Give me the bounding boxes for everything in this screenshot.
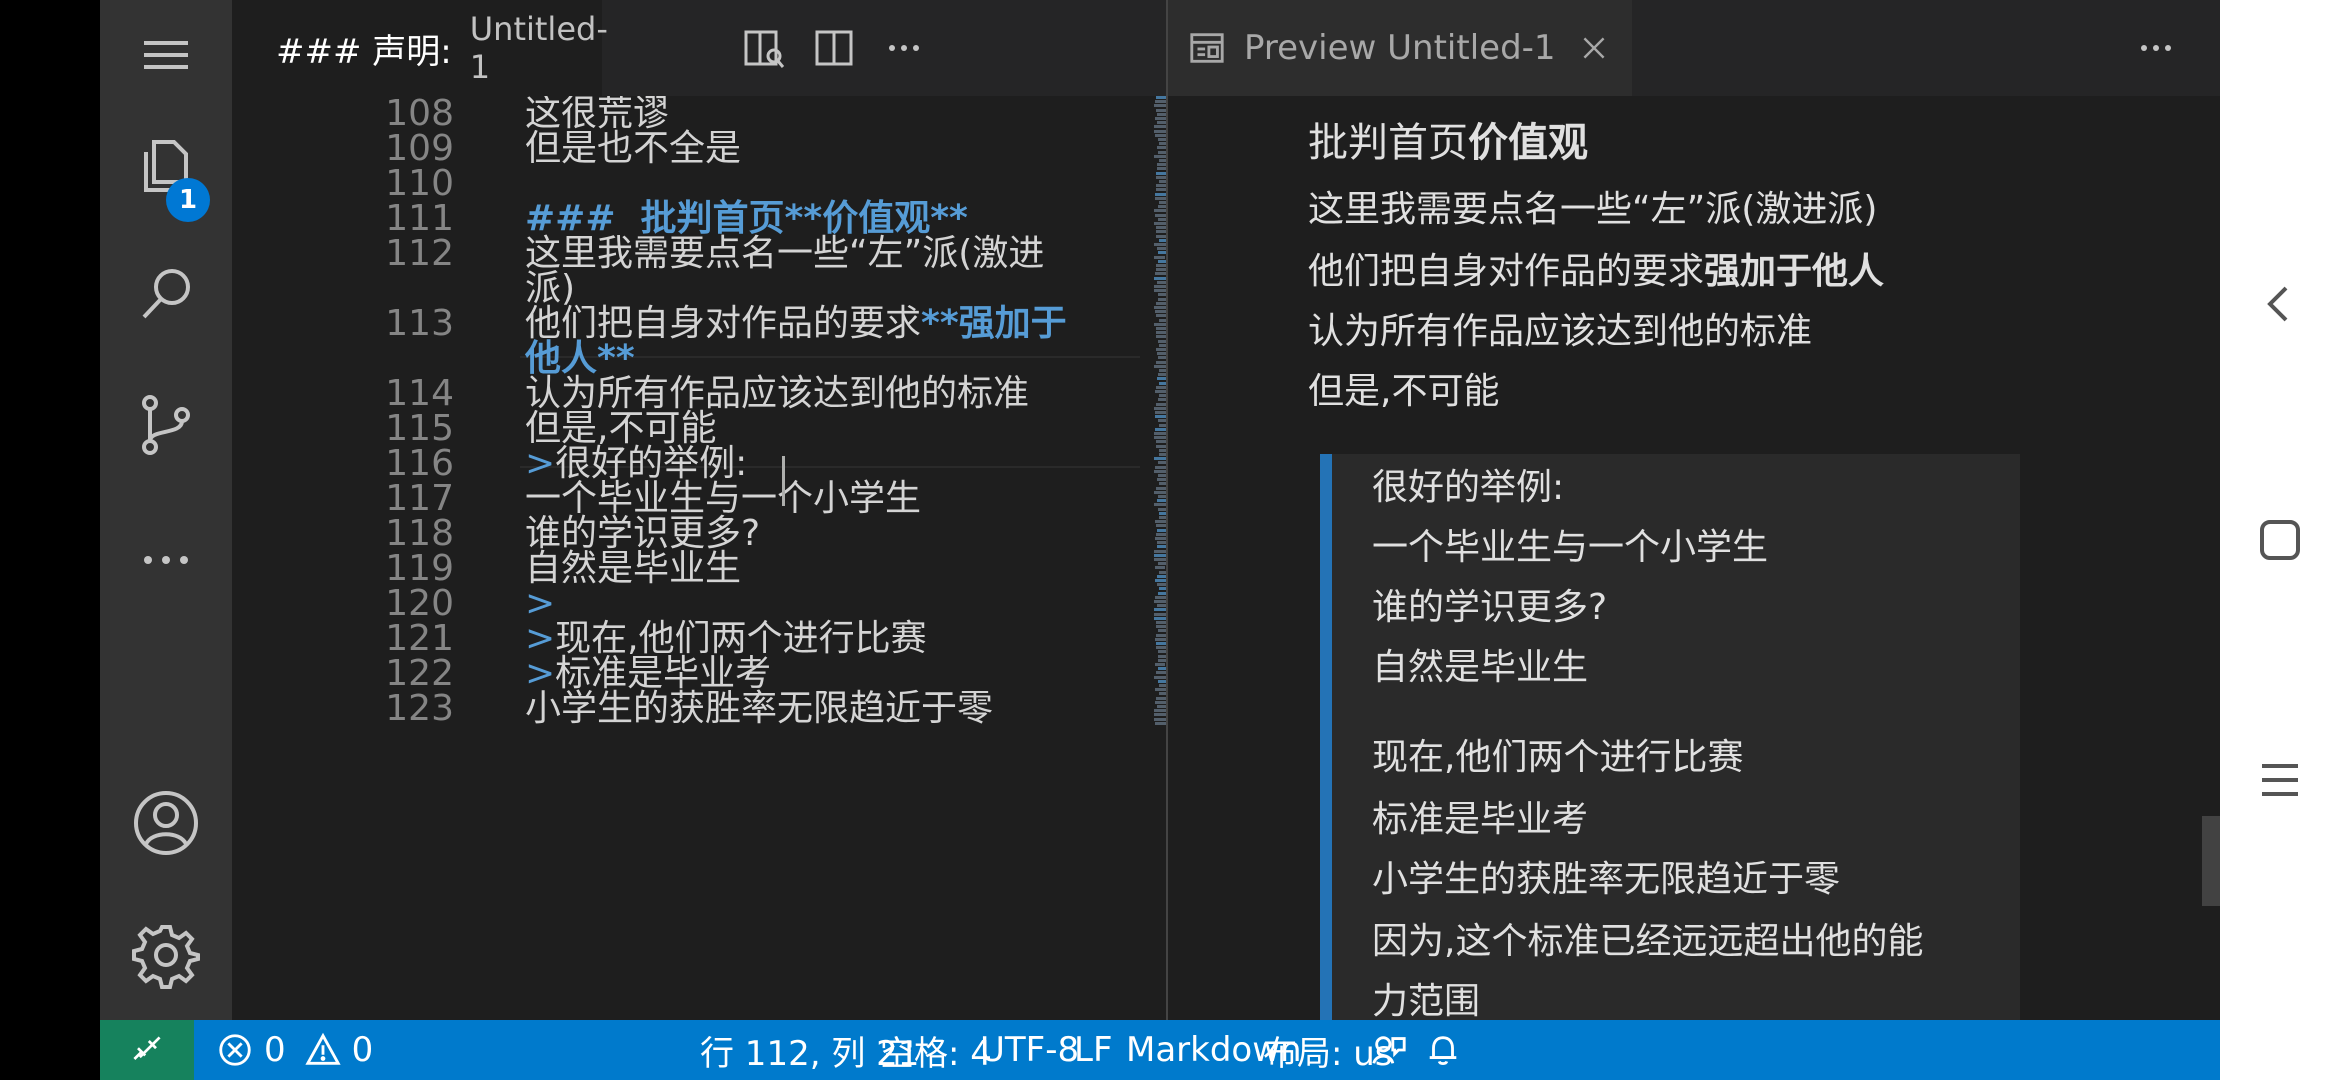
menu-icon[interactable] — [100, 0, 232, 110]
split-editor-button[interactable] — [806, 20, 862, 76]
recents-lines-icon — [2262, 764, 2298, 796]
split-editor-icon — [815, 30, 853, 66]
feedback-icon — [1372, 1036, 1406, 1064]
tab-description: Untitled-1 — [469, 10, 608, 86]
remote-indicator[interactable] — [100, 1020, 194, 1080]
remote-icon — [133, 1036, 161, 1060]
feedback-button[interactable] — [1370, 1020, 1408, 1080]
preview-icon — [1190, 33, 1224, 63]
source-control-button[interactable] — [100, 370, 232, 480]
ellipsis-icon — [889, 45, 919, 51]
minimap-line — [1155, 663, 1165, 666]
source-control-icon — [142, 395, 190, 455]
encoding-setting[interactable]: UTF-8 — [980, 1020, 1079, 1080]
line-number: 113 — [385, 303, 454, 344]
close-icon[interactable] — [1578, 32, 1610, 64]
paragraph-plain: 他们把自身对作品的要求 — [1308, 251, 1705, 292]
warning-icon — [305, 1032, 341, 1065]
quote-line: 现在,他们两个进行比赛 — [1372, 737, 1744, 778]
vscode-window: 1 ### 声明: Untitled-1 108 这很荒谬 109 但是也不全是… — [100, 0, 2220, 1080]
line-text: 这里我需要点名一些“左”派(激进 — [525, 233, 1045, 274]
status-bar: 0 0 行 112, 列 21 空格: 4 UTF-8 LF Markdown … — [100, 1020, 2220, 1080]
preview-more-actions-button[interactable] — [2128, 20, 2184, 76]
code-editor[interactable]: 108 这很荒谬 109 但是也不全是 110 111 ### 批判首页**价值… — [232, 96, 1152, 1020]
ellipsis-icon — [2141, 45, 2171, 51]
preview-tabbar: Preview Untitled-1 — [1168, 0, 2220, 96]
recents-button[interactable] — [2250, 750, 2310, 810]
quote-line: 一个毕业生与一个小学生 — [1372, 527, 1769, 568]
minimap-line — [1154, 255, 1165, 259]
preview-scrollbar[interactable] — [2202, 816, 2220, 906]
error-count: 0 — [264, 1030, 286, 1070]
editor-tabbar: ### 声明: Untitled-1 — [232, 0, 1166, 96]
explorer-badge: 1 — [166, 178, 210, 222]
preview-paragraph-line: 这里我需要点名一些“左”派(激进派) — [1308, 189, 1878, 230]
search-button[interactable] — [100, 240, 232, 350]
preview-heading: 批判首页价值观 — [1308, 110, 1588, 168]
manage-button[interactable] — [100, 900, 232, 1010]
minimap-line — [1155, 310, 1166, 314]
preview-blockquote: 很好的举例: 一个毕业生与一个小学生 谁的学识更多? 自然是毕业生 现在,他们两… — [1320, 454, 2020, 1020]
heading-plain: 批判首页 — [1308, 120, 1468, 166]
warning-count: 0 — [351, 1030, 374, 1070]
system-navigation-bar — [2220, 0, 2340, 1080]
line-number: 112 — [385, 233, 454, 274]
accounts-button[interactable] — [100, 768, 232, 878]
editor-group-right: Preview Untitled-1 批判首页价值观 这里我需要点名一些“左”派… — [1168, 0, 2220, 1020]
more-views-icon[interactable] — [100, 505, 232, 615]
code-line: 123 小学生的获胜率无限趋近于零 — [232, 683, 1152, 735]
quote-line: 小学生的获胜率无限趋近于零 — [1372, 859, 1841, 900]
back-button[interactable] — [2250, 274, 2310, 334]
error-icon — [219, 1034, 251, 1066]
quote-line: 力范围 — [1372, 981, 1481, 1020]
preview-search-icon — [744, 30, 785, 68]
chevron-left-icon — [2267, 286, 2288, 322]
square-icon — [2260, 520, 2300, 560]
quote-line: 标准是毕业考 — [1372, 799, 1589, 840]
quote-line: 自然是毕业生 — [1372, 647, 1589, 688]
bell-icon — [1429, 1036, 1457, 1065]
home-button[interactable] — [2250, 510, 2310, 570]
minimap-line — [1155, 566, 1165, 570]
paragraph-bold: 强加于他人 — [1704, 251, 1885, 292]
quote-line: 很好的举例: — [1372, 467, 1565, 508]
line-text: 小学生的获胜率无限趋近于零 — [525, 688, 994, 729]
activity-bar: 1 — [100, 0, 232, 1020]
quote-line: 因为,这个标准已经远远超出他的能 — [1372, 921, 1924, 962]
bold-markup: **强加于 — [921, 303, 1067, 344]
preview-paragraph-line: 认为所有作品应该达到他的标准 — [1308, 311, 1813, 352]
notifications-button[interactable] — [1424, 1020, 1462, 1080]
text-cursor — [782, 456, 785, 506]
heading-bold: 价值观 — [1468, 120, 1588, 166]
search-icon — [142, 269, 190, 319]
tab-preview[interactable]: Preview Untitled-1 — [1168, 0, 1632, 96]
line-number: 123 — [385, 688, 454, 729]
tab-untitled-1[interactable]: ### 声明: Untitled-1 — [232, 0, 608, 96]
account-icon — [134, 791, 198, 855]
indentation-setting[interactable]: 空格: 4 — [880, 1020, 992, 1080]
problems-indicator[interactable]: 0 0 — [216, 1020, 373, 1080]
quote-line: 谁的学识更多? — [1372, 587, 1608, 628]
open-preview-to-side-button[interactable] — [736, 20, 792, 76]
preview-paragraph-line: 他们把自身对作品的要求强加于他人 — [1308, 242, 1884, 302]
tab-title: ### 声明: — [276, 31, 452, 72]
explorer-button[interactable]: 1 — [100, 110, 232, 222]
preview-paragraph-line: 但是,不可能 — [1308, 371, 1500, 412]
preview-tab-title: Preview Untitled-1 — [1244, 28, 1556, 68]
gear-icon — [132, 925, 200, 989]
editor-group-left: ### 声明: Untitled-1 108 这很荒谬 109 但是也不全是 1… — [232, 0, 1260, 1020]
minimap-line — [1155, 415, 1166, 419]
more-actions-button[interactable] — [876, 20, 932, 76]
markdown-preview[interactable]: 批判首页价值观 这里我需要点名一些“左”派(激进派) 他们把自身对作品的要求强加… — [1168, 96, 2220, 1020]
eol-setting[interactable]: LF — [1074, 1020, 1113, 1080]
